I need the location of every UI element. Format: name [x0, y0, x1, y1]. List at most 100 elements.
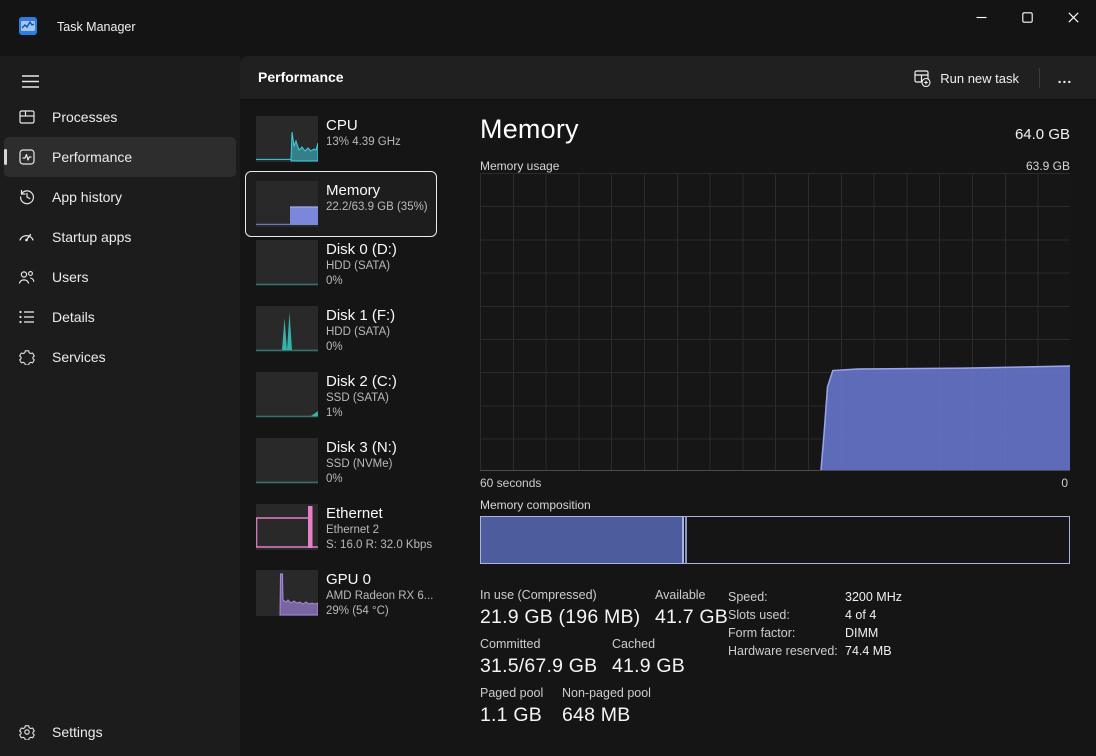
content-panel: Performance Run new task ... CPU 13% 4.3…	[240, 56, 1096, 756]
stat-committed: Committed 31.5/67.9 GB	[480, 637, 612, 678]
services-icon	[18, 349, 35, 366]
sidebar-item-app-history[interactable]: App history	[4, 177, 236, 217]
device-type: HDD (SATA)	[326, 326, 391, 338]
maximize-button[interactable]	[1004, 0, 1050, 34]
device-title: GPU 0	[326, 571, 372, 588]
run-new-task-label: Run new task	[940, 70, 1019, 86]
performance-icon	[18, 149, 35, 166]
detail-label: Slots used:	[728, 608, 790, 622]
sidebar-item-settings[interactable]: Settings	[4, 712, 236, 752]
device-title: Disk 0 (D:)	[326, 241, 397, 258]
composition-in-use-segment[interactable]	[481, 517, 684, 563]
sidebar-item-label: Performance	[52, 149, 133, 165]
title-bar: Task Manager	[0, 0, 1096, 56]
memory-composition-bar[interactable]	[480, 516, 1070, 564]
detail-form-factor: Form factor: DIMM	[728, 626, 902, 644]
detail-label: Speed:	[728, 590, 768, 604]
sidebar: Processes Performance App history Startu…	[0, 56, 240, 756]
memory-mini-graph	[256, 181, 318, 227]
users-icon	[18, 269, 35, 286]
sidebar-item-label: Users	[52, 269, 89, 285]
detail-value: 3200 MHz	[845, 590, 902, 604]
sidebar-item-services[interactable]: Services	[4, 337, 236, 377]
device-item-disk1[interactable]: Disk 1 (F:) HDD (SATA) 0%	[256, 306, 395, 355]
gpu-mini-graph	[256, 570, 318, 616]
device-type: AMD Radeon RX 6...	[326, 590, 434, 602]
task-manager-window: Task Manager Processes Performance App h…	[0, 0, 1096, 756]
processes-icon	[18, 109, 35, 126]
stat-label: Available	[655, 588, 706, 602]
sidebar-item-label: App history	[52, 189, 123, 205]
stat-value: 41.7 GB	[655, 606, 728, 628]
memory-composition-label: Memory composition	[480, 498, 591, 512]
sidebar-item-label: Settings	[52, 724, 103, 740]
detail-value: DIMM	[845, 626, 879, 640]
detail-slots-used: Slots used: 4 of 4	[728, 608, 902, 626]
device-item-ethernet[interactable]: Ethernet Ethernet 2 S: 16.0 R: 32.0 Kbps	[256, 504, 432, 553]
memory-usage-max: 63.9 GB	[1025, 159, 1070, 173]
composition-modified-segment[interactable]	[684, 517, 687, 563]
memory-panel-title: Memory	[480, 114, 579, 144]
cpu-mini-graph	[256, 116, 318, 162]
ellipsis-icon: ...	[1057, 70, 1073, 86]
stat-value: 648 MB	[562, 704, 631, 726]
device-item-cpu[interactable]: CPU 13% 4.39 GHz	[256, 116, 401, 162]
stat-paged-pool: Paged pool 1.1 GB	[480, 686, 562, 727]
stat-available: Available 41.7 GB	[655, 588, 728, 629]
details-icon	[18, 309, 35, 326]
minimize-button[interactable]	[958, 0, 1004, 34]
stat-label: Committed	[480, 637, 541, 651]
memory-detail-panel: Memory 64.0 GB Memory usage 63.9 GB 60 s…	[480, 101, 1070, 756]
detail-label: Form factor:	[728, 626, 796, 640]
hamburger-menu-button[interactable]	[14, 66, 46, 96]
stat-label: Non-paged pool	[562, 686, 651, 700]
device-item-disk2[interactable]: Disk 2 (C:) SSD (SATA) 1%	[256, 372, 397, 421]
device-title: Disk 2 (C:)	[326, 373, 397, 390]
device-type: SSD (SATA)	[326, 392, 389, 404]
task-manager-app-icon	[18, 16, 38, 36]
more-options-button[interactable]: ...	[1048, 63, 1082, 93]
run-new-task-button[interactable]: Run new task	[903, 63, 1030, 93]
close-button[interactable]	[1050, 0, 1096, 34]
startup-apps-icon	[18, 229, 35, 246]
disk2-mini-graph	[256, 372, 318, 418]
sidebar-item-processes[interactable]: Processes	[4, 97, 236, 137]
device-item-disk0[interactable]: Disk 0 (D:) HDD (SATA) 0%	[256, 240, 397, 289]
device-item-disk3[interactable]: Disk 3 (N:) SSD (NVMe) 0%	[256, 438, 397, 487]
sidebar-nav: Processes Performance App history Startu…	[4, 97, 236, 377]
device-stat: 1%	[326, 407, 343, 419]
detail-value: 74.4 MB	[845, 644, 892, 658]
stat-non-paged-pool: Non-paged pool 648 MB	[562, 686, 651, 727]
memory-total-capacity: 64.0 GB	[1014, 126, 1070, 143]
axis-label-left: 60 seconds	[480, 476, 542, 490]
content-header: Performance Run new task ...	[240, 56, 1096, 100]
device-stat: 0%	[326, 341, 343, 353]
device-title: Disk 1 (F:)	[326, 307, 396, 324]
sidebar-item-users[interactable]: Users	[4, 257, 236, 297]
sidebar-item-performance[interactable]: Performance	[4, 137, 236, 177]
device-stat: 22.2/63.9 GB (35%)	[326, 201, 428, 213]
device-stat: 0%	[326, 275, 343, 287]
window-title: Task Manager	[57, 20, 136, 34]
memory-usage-graph[interactable]	[480, 173, 1070, 471]
device-title: Memory	[326, 182, 381, 199]
disk3-mini-graph	[256, 438, 318, 484]
stat-value: 41.9 GB	[612, 655, 685, 677]
sidebar-item-startup-apps[interactable]: Startup apps	[4, 217, 236, 257]
detail-speed: Speed: 3200 MHz	[728, 590, 902, 608]
device-item-gpu0[interactable]: GPU 0 AMD Radeon RX 6... 29% (54 °C)	[256, 570, 433, 619]
device-item-memory[interactable]: Memory 22.2/63.9 GB (35%)	[245, 171, 437, 237]
device-title: CPU	[326, 117, 358, 134]
app-history-icon	[18, 189, 35, 206]
stat-label: Paged pool	[480, 686, 544, 700]
detail-value: 4 of 4	[845, 608, 877, 622]
device-stat: 13% 4.39 GHz	[326, 136, 401, 148]
page-title: Performance	[258, 69, 344, 85]
stat-value: 31.5/67.9 GB	[480, 655, 598, 677]
stat-label: Cached	[612, 637, 656, 651]
detail-hardware-reserved: Hardware reserved: 74.4 MB	[728, 644, 902, 662]
sidebar-item-details[interactable]: Details	[4, 297, 236, 337]
sidebar-item-label: Processes	[52, 109, 118, 125]
stat-value: 21.9 GB (196 MB)	[480, 606, 641, 628]
disk1-mini-graph	[256, 306, 318, 352]
